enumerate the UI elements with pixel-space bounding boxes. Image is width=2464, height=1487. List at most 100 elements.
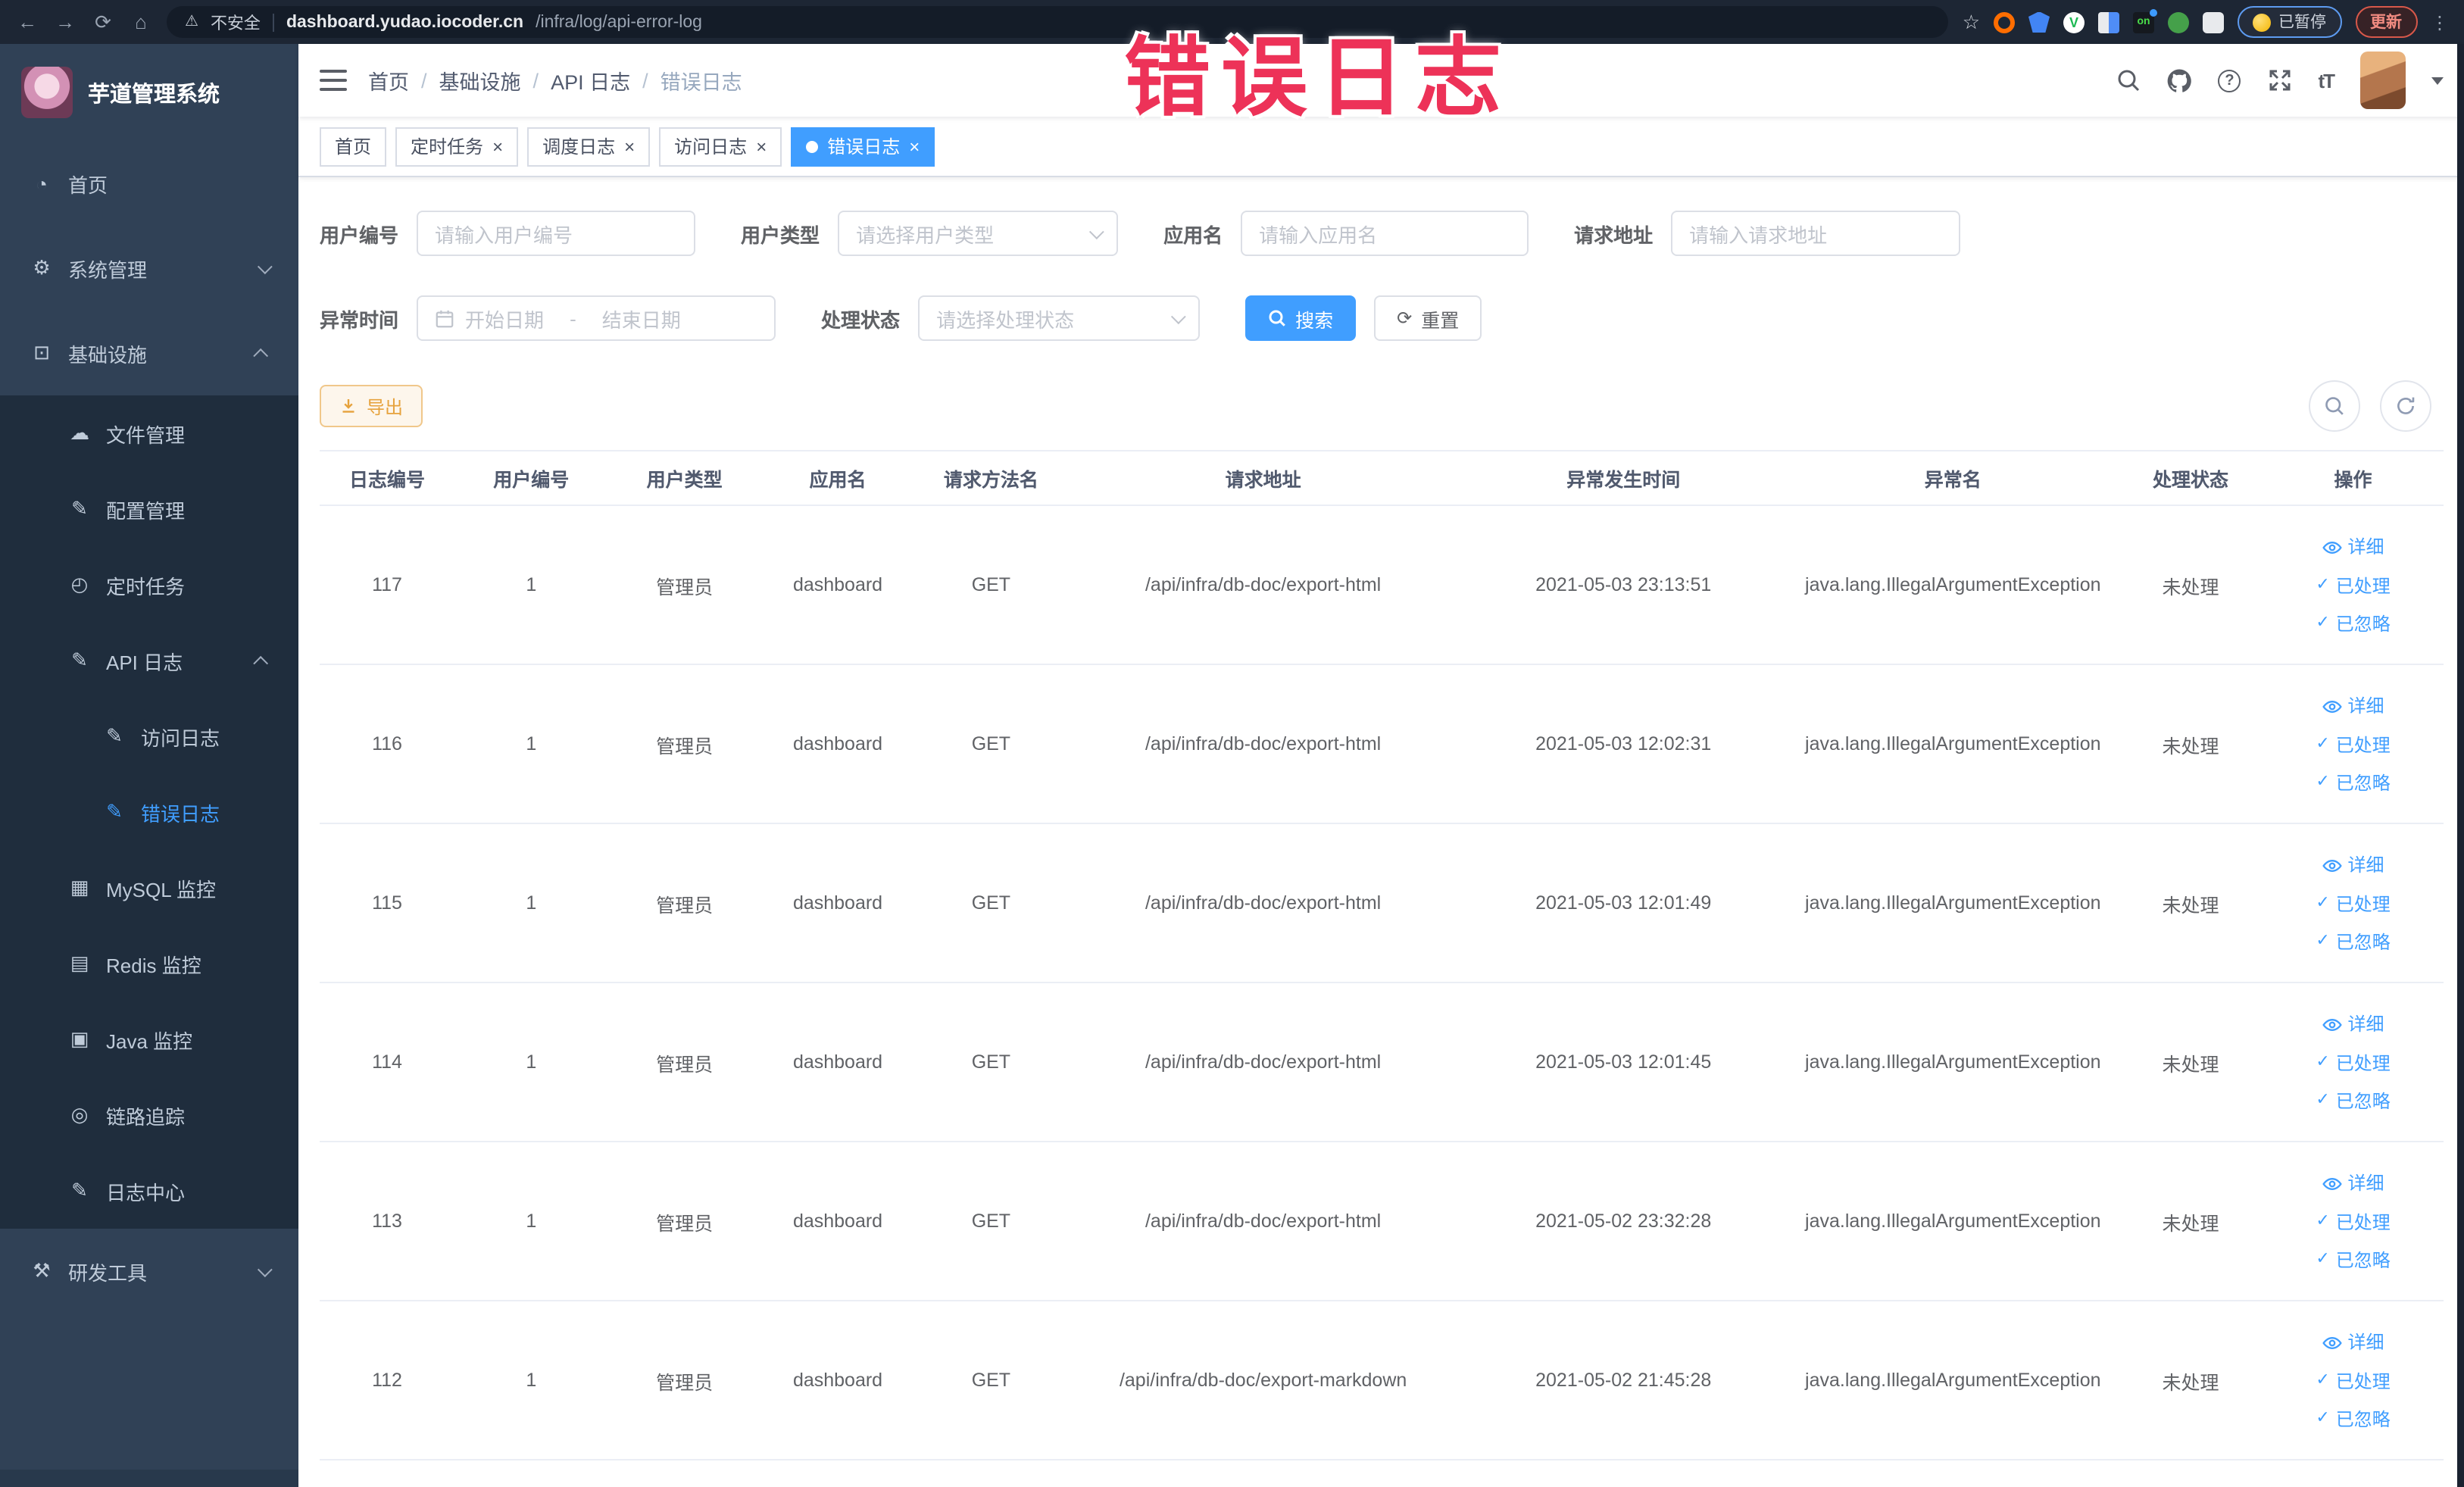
request-url-input[interactable]: 请输入请求地址 [1671,211,1961,256]
action-已忽略[interactable]: ✓ 已忽略 [2316,1092,2390,1110]
sidebar-item-基础设施[interactable]: ⊡ 基础设施 [0,311,298,395]
action-已忽略[interactable]: ✓ 已忽略 [2316,614,2390,633]
extension-sprout-icon[interactable] [2168,11,2189,33]
action-已忽略[interactable]: ✓ 已忽略 [2316,1251,2390,1269]
breadcrumb-item[interactable]: 首页 [368,65,409,95]
action-已处理[interactable]: ✓ 已处理 [2316,1213,2390,1231]
export-button[interactable]: 导出 [320,385,423,427]
sidebar-item-MySQL-监控[interactable]: ▦ MySQL 监控 [0,850,298,926]
sidebar-item-label: 错误日志 [141,802,220,825]
search-icon[interactable] [2115,67,2141,93]
extension-orange-ring-icon[interactable] [1994,11,2015,33]
action-label: 详细 [2347,1014,2384,1035]
user-id-input[interactable]: 请输入用户编号 [417,211,696,256]
font-size-icon[interactable]: tT [2318,69,2335,92]
action-详细[interactable]: 详细 [2322,1332,2384,1352]
search-button[interactable]: 搜索 [1245,295,1357,341]
breadcrumb-item[interactable]: API 日志 [551,65,630,95]
reset-button[interactable]: ⟳ 重置 [1374,295,1482,341]
security-label[interactable]: 不安全 [211,10,261,34]
date-range-picker[interactable]: 开始日期 - 结束日期 [417,295,776,341]
extension-blue-shield-icon[interactable] [2028,11,2050,33]
sidebar-item-label: 配置管理 [106,499,186,522]
refresh-icon: ⟳ [1397,308,1413,329]
action-详细[interactable]: 详细 [2322,1173,2384,1193]
sidebar-item-链路追踪[interactable]: ◎ 链路追踪 [0,1077,298,1153]
browser-scrollbar[interactable] [2457,44,2464,1487]
tab-label: 定时任务 [411,136,484,158]
check-icon: ✓ [2316,1371,2330,1389]
close-icon[interactable]: × [492,137,503,155]
url-host[interactable]: dashboard.yudao.iocoder.cn [286,13,523,31]
tab-访问日志[interactable]: 访问日志 × [659,127,782,166]
forward-icon[interactable]: → [53,11,77,33]
paused-profile-pill[interactable]: 已暂停 [2238,6,2341,38]
update-button[interactable]: 更新 [2355,6,2417,38]
extension-grid-icon[interactable] [2098,11,2119,33]
fullscreen-icon[interactable] [2266,67,2292,93]
reload-icon[interactable]: ⟳ [91,10,115,34]
user-menu-caret-icon[interactable] [2431,77,2443,84]
cell-method: GET [914,982,1068,1142]
url-path[interactable]: /infra/log/api-error-log [536,13,702,31]
sidebar-item-日志中心[interactable]: ✎ 日志中心 [0,1153,298,1229]
action-详细[interactable]: 详细 [2322,537,2384,557]
sidebar-item-首页[interactable]: ◔ 首页 [0,141,298,226]
eye-icon [2322,1173,2342,1193]
update-label: 更新 [2370,14,2402,32]
address-bar[interactable]: ⚠ 不安全 dashboard.yudao.iocoder.cn/infra/l… [167,6,1949,38]
breadcrumb-separator: / [532,69,539,92]
extension-green-v-icon[interactable]: V [2063,11,2085,33]
tab-错误日志[interactable]: 错误日志 × [791,127,935,166]
close-icon[interactable]: × [756,137,767,155]
close-icon[interactable]: × [624,137,635,155]
status-select[interactable]: 请选择处理状态 [918,295,1201,341]
bookmark-star-icon[interactable]: ☆ [1963,10,1980,34]
sidebar-item-Redis-监控[interactable]: ▤ Redis 监控 [0,926,298,1001]
action-详细[interactable]: 详细 [2322,1014,2384,1034]
sidebar-item-错误日志[interactable]: ✎ 错误日志 [0,774,298,850]
tab-定时任务[interactable]: 定时任务 × [395,127,519,166]
sidebar-item-定时任务[interactable]: ◴ 定时任务 [0,547,298,623]
extension-puzzle-icon[interactable] [2203,11,2224,33]
action-已忽略[interactable]: ✓ 已忽略 [2316,773,2390,792]
sidebar-item-文件管理[interactable]: ☁ 文件管理 [0,395,298,471]
error-log-table: 日志编号 用户编号 用户类型 应用名 请求方法名 请求地址 异常发生时间 异常名 处理状态 操作 … [320,450,2443,1460]
sidebar-item-访问日志[interactable]: ✎ 访问日志 [0,698,298,774]
action-已处理[interactable]: ✓ 已处理 [2316,736,2390,754]
user-avatar[interactable] [2359,52,2405,109]
app-name-input[interactable]: 请输入应用名 [1241,211,1529,256]
sidebar-item-API-日志[interactable]: ✎ API 日志 [0,623,298,698]
back-icon[interactable]: ← [15,11,39,33]
action-已处理[interactable]: ✓ 已处理 [2316,895,2390,913]
app-logo-row[interactable]: 芋道管理系统 [0,44,298,141]
github-icon[interactable] [2166,67,2192,93]
extension-on-badge-icon[interactable]: on [2133,8,2157,33]
browser-menu-icon[interactable]: ⋮ [2431,11,2449,33]
sidebar-item-Java-监控[interactable]: ▣ Java 监控 [0,1001,298,1077]
action-label: 已忽略 [2335,613,2391,634]
action-详细[interactable]: 详细 [2322,855,2384,875]
check-icon: ✓ [2316,1212,2330,1230]
sidebar-item-配置管理[interactable]: ✎ 配置管理 [0,471,298,547]
action-已忽略[interactable]: ✓ 已忽略 [2316,932,2390,951]
refresh-table-button[interactable] [2379,380,2431,432]
cell-time: 2021-05-03 12:01:45 [1458,982,1788,1142]
action-详细[interactable]: 详细 [2322,696,2384,716]
action-已处理[interactable]: ✓ 已处理 [2316,1372,2390,1390]
sidebar-fold-icon[interactable] [320,70,347,91]
close-icon[interactable]: × [909,137,920,155]
action-已处理[interactable]: ✓ 已处理 [2316,1054,2390,1072]
action-label: 已忽略 [2335,931,2391,952]
tab-调度日志[interactable]: 调度日志 × [527,127,651,166]
help-icon[interactable]: ? [2218,69,2241,92]
tab-首页[interactable]: 首页 [320,127,387,166]
action-已忽略[interactable]: ✓ 已忽略 [2316,1410,2390,1428]
breadcrumb-item[interactable]: 基础设施 [439,65,521,95]
home-icon[interactable]: ⌂ [129,11,153,33]
toggle-search-button[interactable] [2308,380,2359,432]
sidebar-item-系统管理[interactable]: ⚙ 系统管理 [0,226,298,311]
action-已处理[interactable]: ✓ 已处理 [2316,576,2390,595]
user-type-select[interactable]: 请选择用户类型 [838,211,1119,256]
sidebar-item-研发工具[interactable]: ⚒ 研发工具 [0,1229,298,1314]
